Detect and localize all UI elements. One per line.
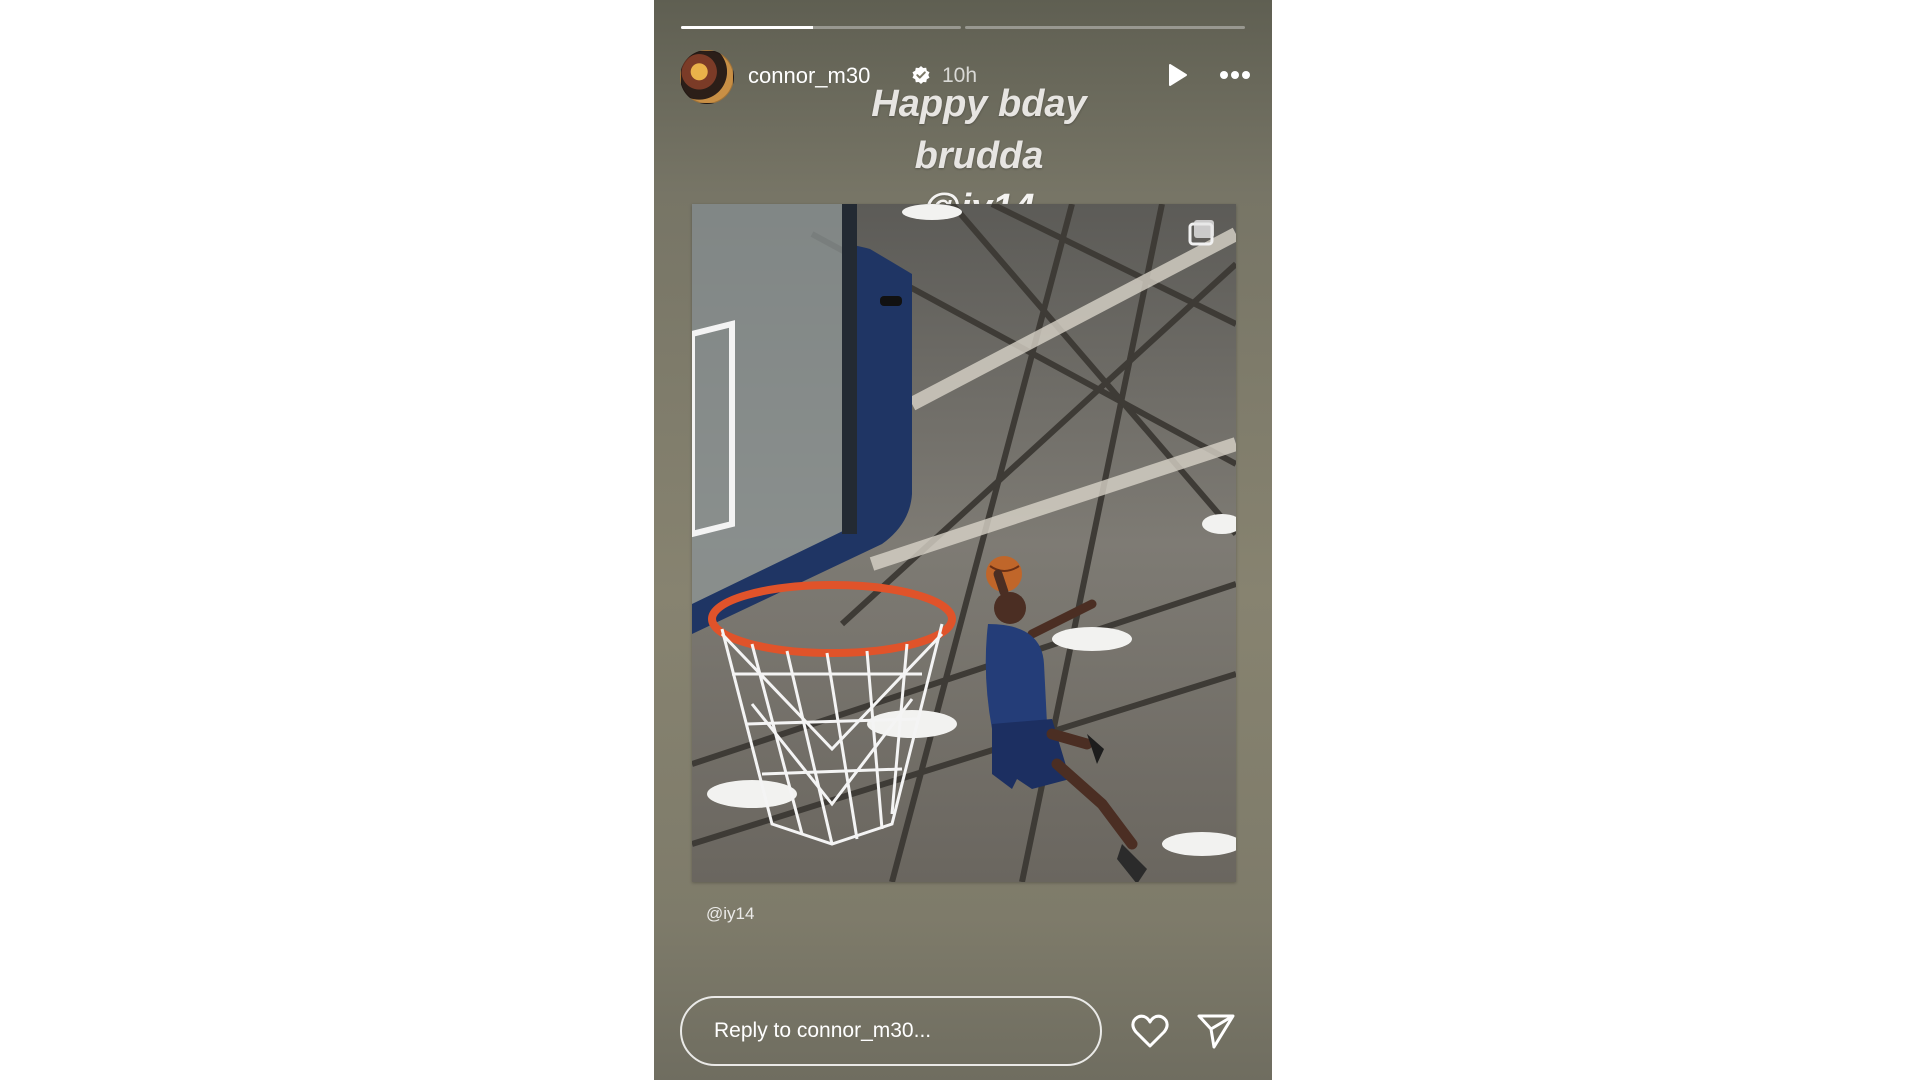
more-options-icon[interactable]	[1216, 61, 1254, 89]
shared-post-photo[interactable]	[692, 204, 1236, 882]
photo-tag[interactable]: @iy14	[706, 904, 754, 924]
send-icon[interactable]	[1196, 1012, 1236, 1050]
basketball-dunk-image	[692, 204, 1236, 882]
story-progress	[681, 26, 1245, 30]
avatar[interactable]	[680, 50, 734, 104]
progress-segment-1	[681, 26, 961, 29]
reply-input[interactable]	[680, 996, 1102, 1066]
caption-text: Happy bday brudda	[871, 83, 1087, 177]
story-viewer: connor_m30 10h Happy bday brudda @iy14 R…	[654, 0, 1272, 1080]
progress-segment-2	[965, 26, 1245, 29]
heart-icon[interactable]	[1130, 1012, 1170, 1050]
play-icon[interactable]	[1164, 62, 1190, 88]
progress-fill-1	[681, 26, 813, 29]
